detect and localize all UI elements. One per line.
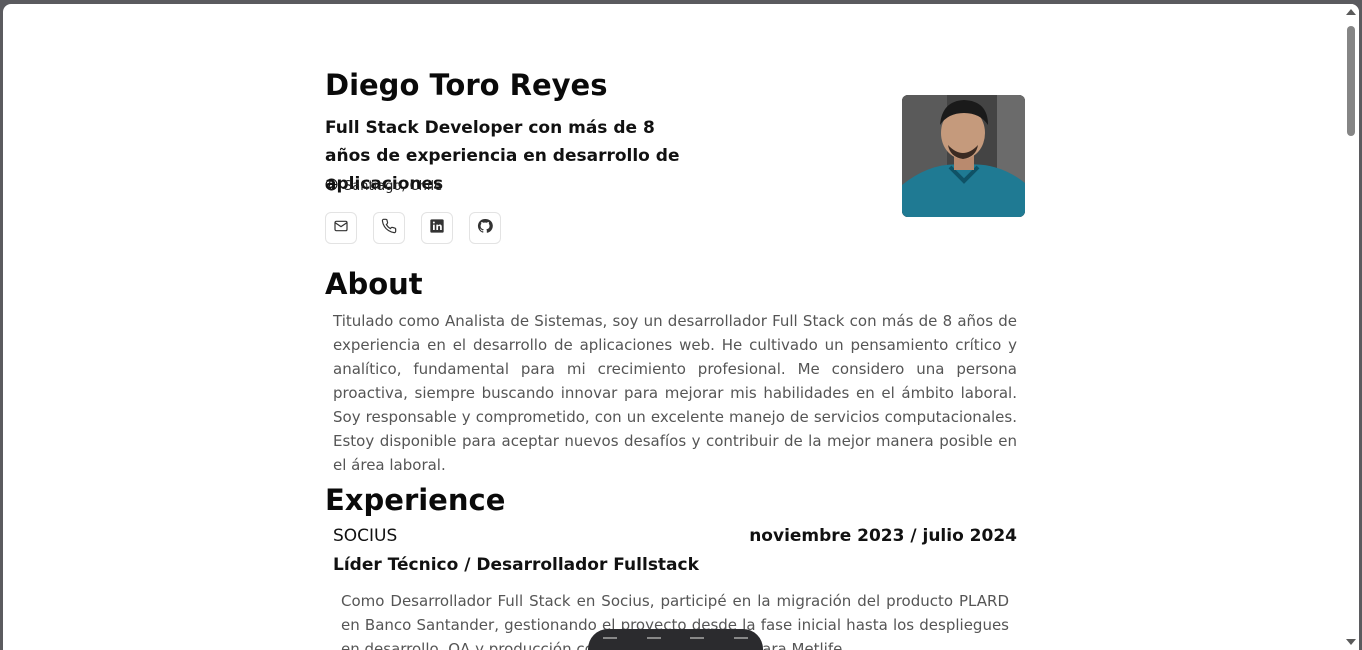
toolbar-item[interactable]: [734, 637, 749, 647]
github-button[interactable]: [469, 212, 501, 244]
toolbar-item[interactable]: [690, 637, 705, 647]
phone-button[interactable]: [373, 212, 405, 244]
email-button[interactable]: [325, 212, 357, 244]
experience-heading: Experience: [325, 483, 506, 517]
contact-links: [325, 212, 501, 244]
job-company: SOCIUS: [333, 526, 398, 546]
floating-toolbar[interactable]: [588, 629, 763, 650]
globe-icon: [325, 178, 338, 195]
toolbar-item[interactable]: [602, 637, 617, 647]
location: Santiago, Chile: [325, 178, 442, 195]
about-text: Titulado como Analista de Sistemas, soy …: [333, 312, 1017, 474]
linkedin-button[interactable]: [421, 212, 453, 244]
phone-icon: [381, 218, 397, 238]
about-heading: About: [325, 267, 423, 301]
browser-viewport: Diego Toro Reyes Full Stack Developer co…: [3, 4, 1359, 650]
job-header: SOCIUS noviembre 2023 / julio 2024: [333, 526, 1017, 546]
resume-page: Diego Toro Reyes Full Stack Developer co…: [325, 4, 1025, 650]
github-icon: [477, 218, 493, 238]
avatar: [902, 95, 1025, 217]
toolbar-item[interactable]: [646, 637, 661, 647]
scrollbar-thumb[interactable]: [1347, 26, 1355, 136]
job-dates: noviembre 2023 / julio 2024: [749, 526, 1017, 546]
profile-name: Diego Toro Reyes: [325, 68, 608, 102]
profile-header: Diego Toro Reyes Full Stack Developer co…: [325, 4, 1025, 248]
scroll-up-arrow-icon[interactable]: [1346, 9, 1356, 15]
location-text: Santiago, Chile: [344, 179, 443, 194]
scroll-down-arrow-icon[interactable]: [1346, 639, 1356, 645]
job-role: Líder Técnico / Desarrollador Fullstack: [333, 555, 699, 575]
mail-icon: [333, 218, 349, 238]
linkedin-icon: [429, 218, 445, 238]
scrollbar[interactable]: [1343, 4, 1359, 650]
